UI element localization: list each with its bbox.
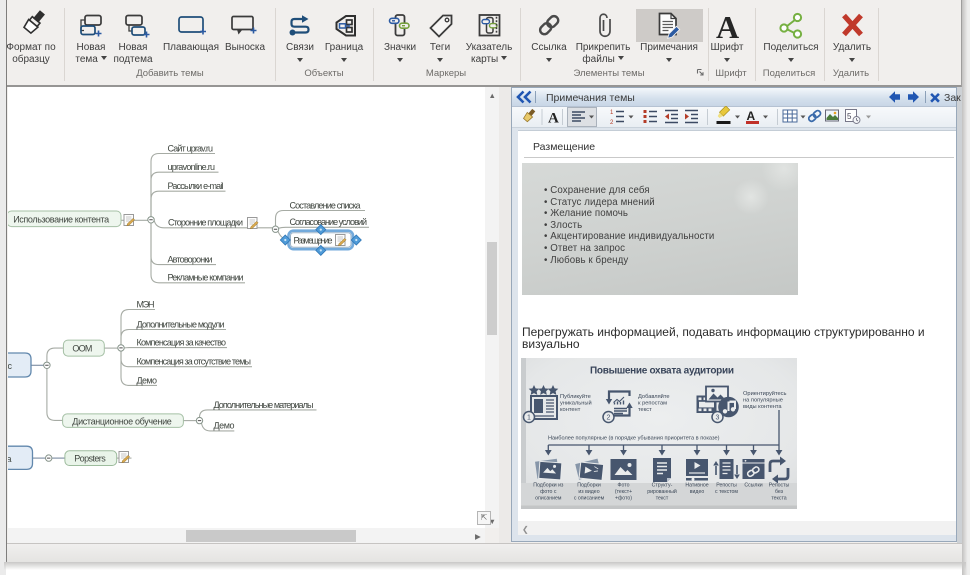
svg-text:Автоворонки: Автоворонки [168, 255, 213, 265]
svg-text:без: без [775, 489, 784, 495]
svg-text:виды контента: виды контента [743, 404, 782, 410]
svg-text:Popsters: Popsters [74, 454, 106, 464]
svg-text:Демо: Демо [137, 375, 158, 385]
svg-text:Компенсация за качество: Компенсация за качество [137, 338, 227, 348]
svg-text:2: 2 [607, 415, 611, 422]
svg-text:с текстом: с текстом [715, 489, 738, 495]
svg-text:1: 1 [610, 110, 614, 116]
svg-text:Подборки: Подборки [577, 483, 601, 489]
svg-text:Структу-: Структу- [652, 483, 673, 489]
svg-text:Сторонние площадки: Сторонние площадки [168, 217, 243, 227]
svg-text:из видео: из видео [578, 489, 599, 495]
svg-text:контент: контент [560, 407, 581, 413]
svg-text:Размещение: Размещение [294, 236, 333, 246]
svg-text:Компенсация за отсутствие темы: Компенсация за отсутствие темы [137, 357, 252, 367]
svg-text:Наиболее популярные (в порядке: Наиболее популярные (в порядке убывания … [548, 436, 720, 442]
svg-text:5: 5 [847, 112, 852, 121]
svg-text:текст: текст [656, 496, 669, 502]
svg-text:фото с: фото с [540, 489, 557, 495]
svg-text:Использование контента: Использование контента [13, 214, 109, 224]
svg-text:рированный: рированный [647, 488, 677, 495]
svg-text:текста: текста [771, 496, 786, 502]
svg-text:3: 3 [716, 415, 720, 422]
svg-text:описанием: описанием [535, 496, 562, 502]
svg-text:A: A [716, 9, 739, 45]
svg-text:Дистанционное обучение: Дистанционное обучение [72, 417, 172, 427]
svg-text:A: A [747, 109, 756, 123]
svg-text:Фото: Фото [618, 483, 630, 489]
svg-text:Публикуйте: Публикуйте [560, 393, 591, 400]
svg-text:Репосты: Репосты [716, 483, 737, 489]
svg-text:ООМ: ООМ [72, 343, 92, 353]
svg-text:+фото): +фото) [615, 496, 632, 502]
svg-text:Повышение охвата аудитории: Повышение охвата аудитории [590, 366, 734, 377]
svg-text:upravonline.ru: upravonline.ru [168, 162, 216, 172]
svg-text:1: 1 [527, 415, 531, 422]
svg-text:а: а [8, 454, 12, 464]
svg-text:Согласование условий: Согласование условий [290, 217, 368, 227]
svg-text:Добавляйте: Добавляйте [638, 393, 670, 400]
svg-text:Сайт uprav.ru: Сайт uprav.ru [168, 144, 214, 154]
svg-text:Рассылки e-mail: Рассылки e-mail [168, 181, 224, 191]
svg-text:Ориентируйтесь: Ориентируйтесь [743, 390, 787, 397]
svg-text:Дополнительные материалы: Дополнительные материалы [214, 400, 314, 410]
svg-text:Нативное: Нативное [685, 483, 708, 489]
svg-text:с описанием: с описанием [574, 496, 605, 502]
svg-text:Ссылки: Ссылки [744, 483, 762, 489]
svg-text:Демо: Демо [214, 420, 235, 430]
svg-text:текст: текст [638, 407, 652, 413]
svg-text:видео: видео [690, 489, 705, 495]
svg-text:Рекламные компании: Рекламные компании [168, 273, 244, 283]
svg-text:2: 2 [610, 120, 614, 126]
svg-text:Подборки из: Подборки из [533, 483, 564, 489]
svg-text:на популярные: на популярные [743, 398, 783, 404]
svg-text:(текст+: (текст+ [615, 489, 632, 495]
svg-text:Репосты: Репосты [769, 483, 790, 489]
svg-text:уникальный: уникальный [560, 400, 592, 407]
svg-text:A: A [548, 111, 559, 127]
svg-text:Составление списка: Составление списка [290, 200, 361, 210]
svg-text:с: с [8, 361, 13, 371]
svg-text:Дополнительные модули: Дополнительные модули [137, 319, 225, 329]
svg-text:МЭН: МЭН [137, 299, 155, 309]
svg-text:к репостам: к репостам [638, 401, 667, 407]
